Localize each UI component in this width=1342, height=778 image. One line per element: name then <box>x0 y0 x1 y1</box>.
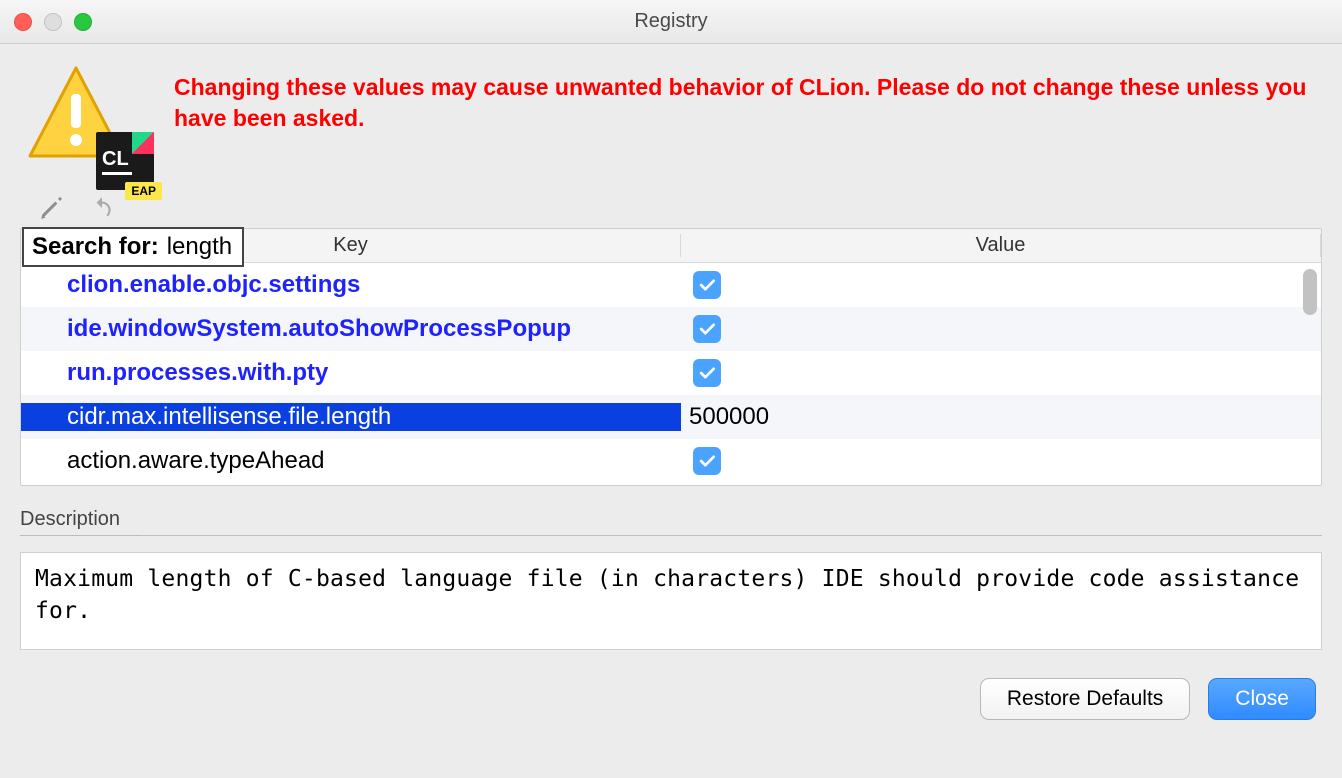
warning-banner: CL EAP Changing these values may cause u… <box>26 64 1322 184</box>
warning-icon-group: CL EAP <box>26 64 146 184</box>
checkbox[interactable] <box>693 271 721 299</box>
checkbox[interactable] <box>693 447 721 475</box>
revert-button[interactable] <box>88 194 116 222</box>
footer-buttons: Restore Defaults Close <box>20 678 1322 720</box>
registry-value[interactable] <box>681 315 1321 343</box>
edit-button[interactable] <box>38 194 66 222</box>
description-text: Maximum length of C-based language file … <box>20 552 1322 650</box>
registry-key: run.processes.with.pty <box>21 359 681 387</box>
titlebar: Registry <box>0 0 1342 44</box>
registry-value[interactable] <box>681 447 1321 475</box>
registry-key: cidr.max.intellisense.file.length <box>21 403 681 431</box>
check-icon <box>697 319 717 339</box>
description-label: Description <box>20 508 140 536</box>
search-term: length <box>167 233 232 261</box>
registry-key: clion.enable.objc.settings <box>21 271 681 299</box>
warning-text: Changing these values may cause unwanted… <box>174 72 1322 134</box>
eap-badge: EAP <box>125 182 162 200</box>
checkbox[interactable] <box>693 315 721 343</box>
registry-key: ide.windowSystem.autoShowProcessPopup <box>21 315 681 343</box>
check-icon <box>697 451 717 471</box>
search-label: Search for: <box>32 233 159 261</box>
registry-value[interactable]: 500000 <box>681 403 1321 431</box>
pencil-icon <box>39 195 65 221</box>
restore-defaults-button[interactable]: Restore Defaults <box>980 678 1190 720</box>
registry-text-value[interactable]: 500000 <box>689 403 769 431</box>
search-box[interactable]: Search for: length <box>22 227 244 267</box>
toolbar <box>38 194 1322 222</box>
check-icon <box>697 363 717 383</box>
column-header-value[interactable]: Value <box>681 234 1321 257</box>
table-row[interactable]: action.aware.typeAhead <box>21 439 1321 483</box>
close-button[interactable]: Close <box>1208 678 1316 720</box>
product-badge-label: CL <box>102 149 129 169</box>
table-body: clion.enable.objc.settings ide.windowSyst… <box>21 263 1321 485</box>
check-icon <box>697 275 717 295</box>
registry-value[interactable] <box>681 271 1321 299</box>
table-row[interactable]: run.processes.with.pty <box>21 351 1321 395</box>
table-row[interactable]: cidr.max.intellisense.file.length 500000 <box>21 395 1321 439</box>
window-title: Registry <box>0 10 1342 33</box>
registry-value[interactable] <box>681 359 1321 387</box>
table-row[interactable]: ide.windowSystem.autoShowProcessPopup <box>21 307 1321 351</box>
undo-icon <box>89 195 115 221</box>
checkbox[interactable] <box>693 359 721 387</box>
registry-key: action.aware.typeAhead <box>21 447 681 475</box>
description-section: Description Maximum length of C-based la… <box>20 508 1322 650</box>
scrollbar-thumb[interactable] <box>1303 269 1317 315</box>
table-row[interactable]: clion.enable.objc.settings <box>21 263 1321 307</box>
